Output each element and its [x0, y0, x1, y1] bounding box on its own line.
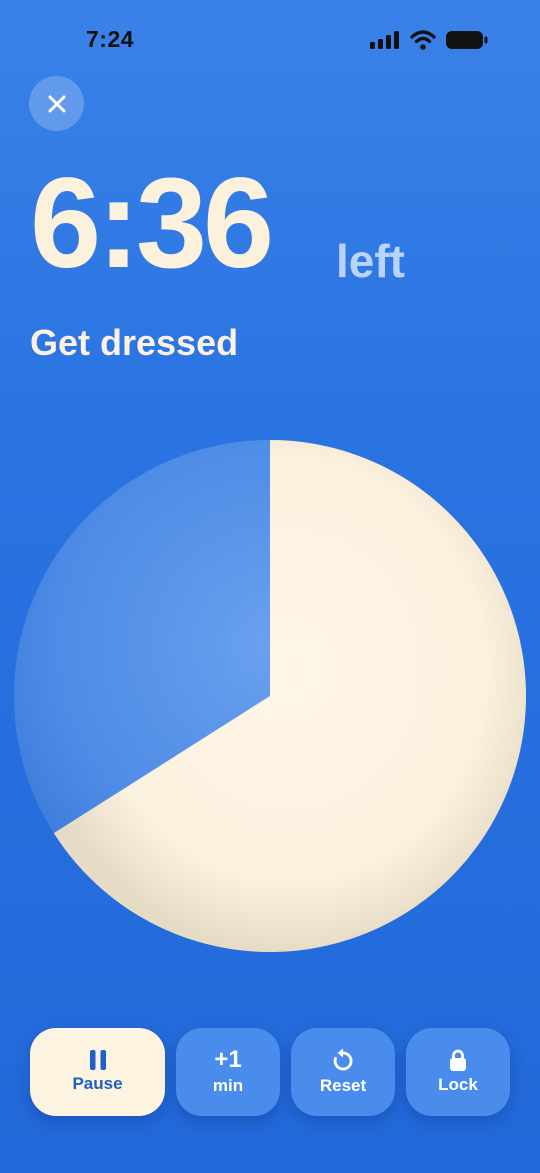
status-bar: 7:24: [0, 0, 540, 80]
pause-button[interactable]: Pause: [30, 1028, 165, 1116]
lock-button[interactable]: Lock: [406, 1028, 510, 1116]
close-icon: [48, 95, 65, 112]
wifi-icon: [410, 30, 436, 50]
timer-dial: [14, 440, 526, 952]
pause-label: Pause: [72, 1074, 123, 1093]
battery-icon: [446, 31, 488, 49]
reset-button[interactable]: Reset: [291, 1028, 395, 1116]
control-bar: Pause +1 min Reset Lock: [0, 1028, 540, 1118]
lock-label: Lock: [438, 1075, 478, 1094]
status-time: 7:24: [86, 26, 135, 52]
close-button[interactable]: [29, 76, 84, 131]
add-minute-button[interactable]: +1 min: [176, 1028, 280, 1116]
reset-label: Reset: [319, 1076, 367, 1095]
reset-icon: [333, 1048, 353, 1071]
time-left-label: left: [336, 235, 405, 287]
add-minute-unit: min: [212, 1076, 244, 1095]
status-icons: [370, 30, 488, 50]
lock-icon: [450, 1049, 466, 1071]
add-minute-amount: +1: [214, 1046, 242, 1073]
task-title: Get dressed: [30, 322, 239, 363]
signal-icon: [370, 31, 399, 49]
pause-icon: [89, 1050, 106, 1070]
time-remaining: 6:36: [30, 152, 274, 295]
